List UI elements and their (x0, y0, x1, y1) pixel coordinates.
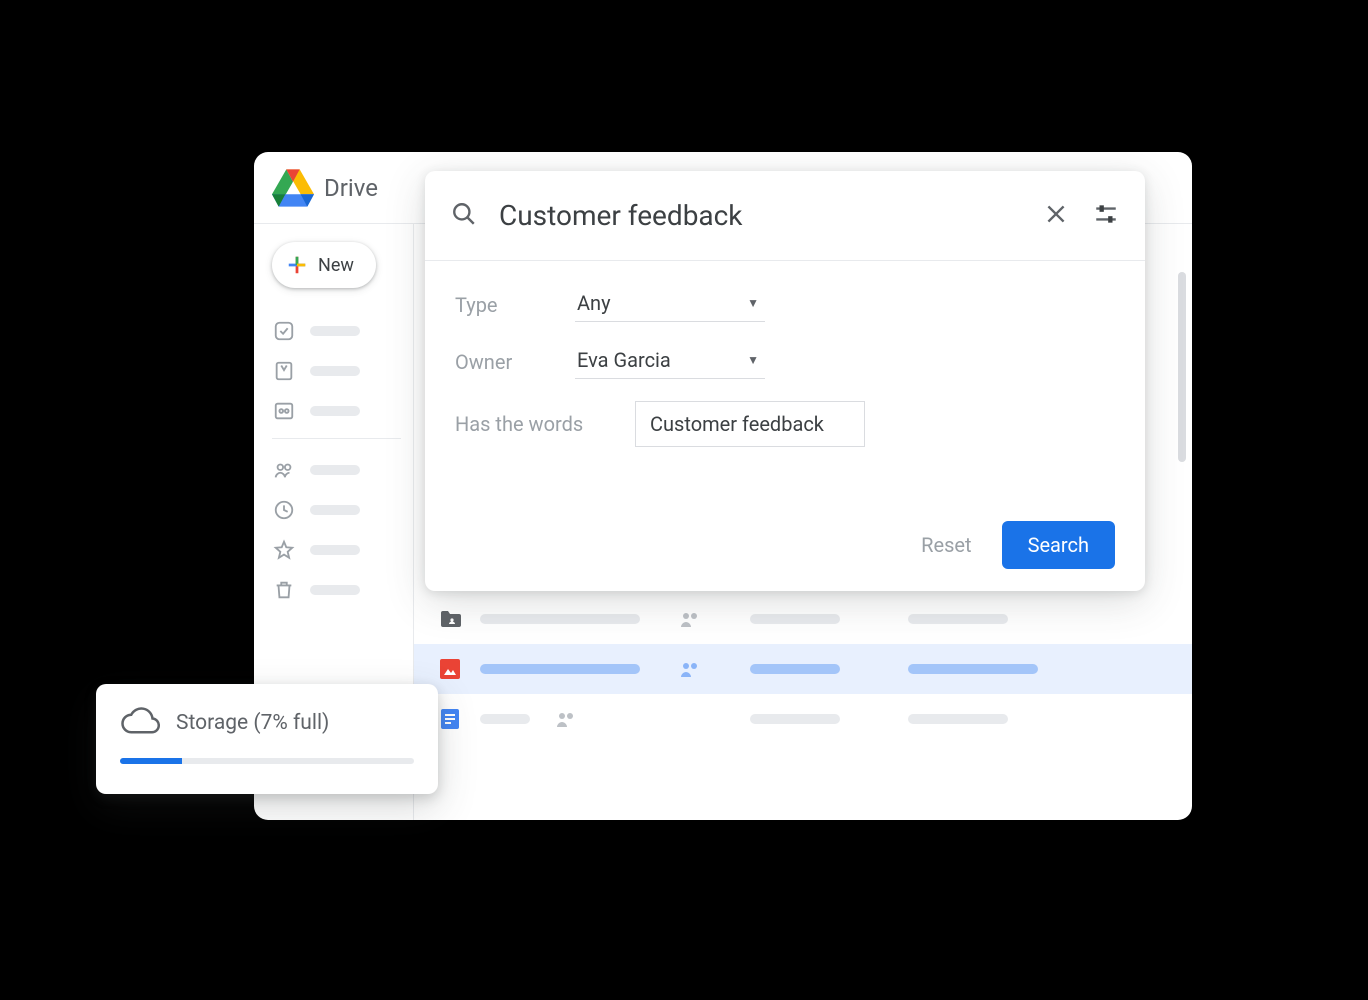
folder-shared-icon (438, 607, 462, 631)
people-icon (678, 657, 702, 681)
clock-icon (272, 498, 296, 522)
modified-placeholder (908, 714, 1008, 724)
nav-placeholder (310, 545, 360, 555)
filter-actions: Reset Search (921, 521, 1115, 569)
storage-progress (120, 758, 414, 764)
caret-down-icon: ▼ (747, 353, 759, 367)
trash-icon (272, 578, 296, 602)
filter-type-label: Type (455, 293, 575, 317)
new-button[interactable]: New (272, 242, 376, 288)
search-bar: Customer feedback (425, 171, 1145, 261)
filter-words-input[interactable]: Customer feedback (635, 401, 865, 447)
nav-placeholder (310, 465, 360, 475)
storage-progress-fill (120, 758, 182, 764)
star-icon (272, 538, 296, 562)
owner-placeholder (750, 614, 840, 624)
filter-owner: Owner Eva Garcia ▼ (455, 344, 1115, 379)
shared-drive-icon (272, 399, 296, 423)
storage-card[interactable]: Storage (7% full) (96, 684, 438, 794)
nav-placeholder (310, 505, 360, 515)
file-row[interactable] (414, 694, 1192, 744)
modified-placeholder (908, 614, 1008, 624)
filter-owner-select[interactable]: Eva Garcia ▼ (575, 344, 765, 379)
people-icon (678, 607, 702, 631)
search-filters: Type Any ▼ Owner Eva Garcia ▼ Has the wo… (425, 261, 1145, 447)
close-icon[interactable] (1043, 201, 1069, 231)
new-button-label: New (318, 255, 354, 276)
file-name-placeholder (480, 664, 640, 674)
filter-type-value: Any (577, 291, 611, 315)
filter-words: Has the words Customer feedback (455, 401, 1115, 447)
file-name-placeholder (480, 714, 530, 724)
docs-icon (438, 707, 462, 731)
sidebar-item-priority[interactable] (272, 314, 401, 348)
sidebar-item-trash[interactable] (272, 573, 401, 607)
sidebar-item-shared[interactable] (272, 453, 401, 487)
nav-placeholder (310, 326, 360, 336)
filter-words-label: Has the words (455, 412, 635, 436)
people-icon (272, 458, 296, 482)
reset-button[interactable]: Reset (921, 533, 971, 557)
modified-placeholder (908, 664, 1038, 674)
image-icon (438, 657, 462, 681)
filter-type-select[interactable]: Any ▼ (575, 287, 765, 322)
tune-icon[interactable] (1093, 201, 1119, 231)
storage-label: Storage (7% full) (176, 711, 329, 735)
file-row-selected[interactable] (414, 644, 1192, 694)
filter-owner-label: Owner (455, 350, 575, 374)
search-input[interactable]: Customer feedback (499, 199, 1021, 232)
search-panel: Customer feedback Type Any ▼ Owner Eva G… (425, 171, 1145, 591)
sidebar-item-shareddrives[interactable] (272, 394, 401, 428)
drive-logo[interactable]: Drive (272, 169, 378, 207)
filter-type: Type Any ▼ (455, 287, 1115, 322)
caret-down-icon: ▼ (747, 296, 759, 310)
app-title: Drive (324, 174, 378, 202)
search-icon[interactable] (451, 201, 477, 231)
sidebar-item-recent[interactable] (272, 493, 401, 527)
owner-placeholder (750, 714, 840, 724)
drive-icon (272, 169, 314, 207)
sidebar-item-starred[interactable] (272, 533, 401, 567)
check-square-icon (272, 319, 296, 343)
search-button[interactable]: Search (1002, 521, 1115, 569)
file-name-placeholder (480, 614, 640, 624)
plus-icon (286, 254, 308, 276)
nav-placeholder (310, 406, 360, 416)
scrollbar[interactable] (1178, 272, 1186, 462)
filter-owner-value: Eva Garcia (577, 348, 671, 372)
cloud-icon (120, 706, 160, 740)
drive-outline-icon (272, 359, 296, 383)
sidebar-item-mydrive[interactable] (272, 354, 401, 388)
owner-placeholder (750, 664, 840, 674)
nav-divider (272, 438, 401, 439)
people-icon (554, 707, 578, 731)
nav-placeholder (310, 585, 360, 595)
nav-placeholder (310, 366, 360, 376)
file-row[interactable] (414, 594, 1192, 644)
